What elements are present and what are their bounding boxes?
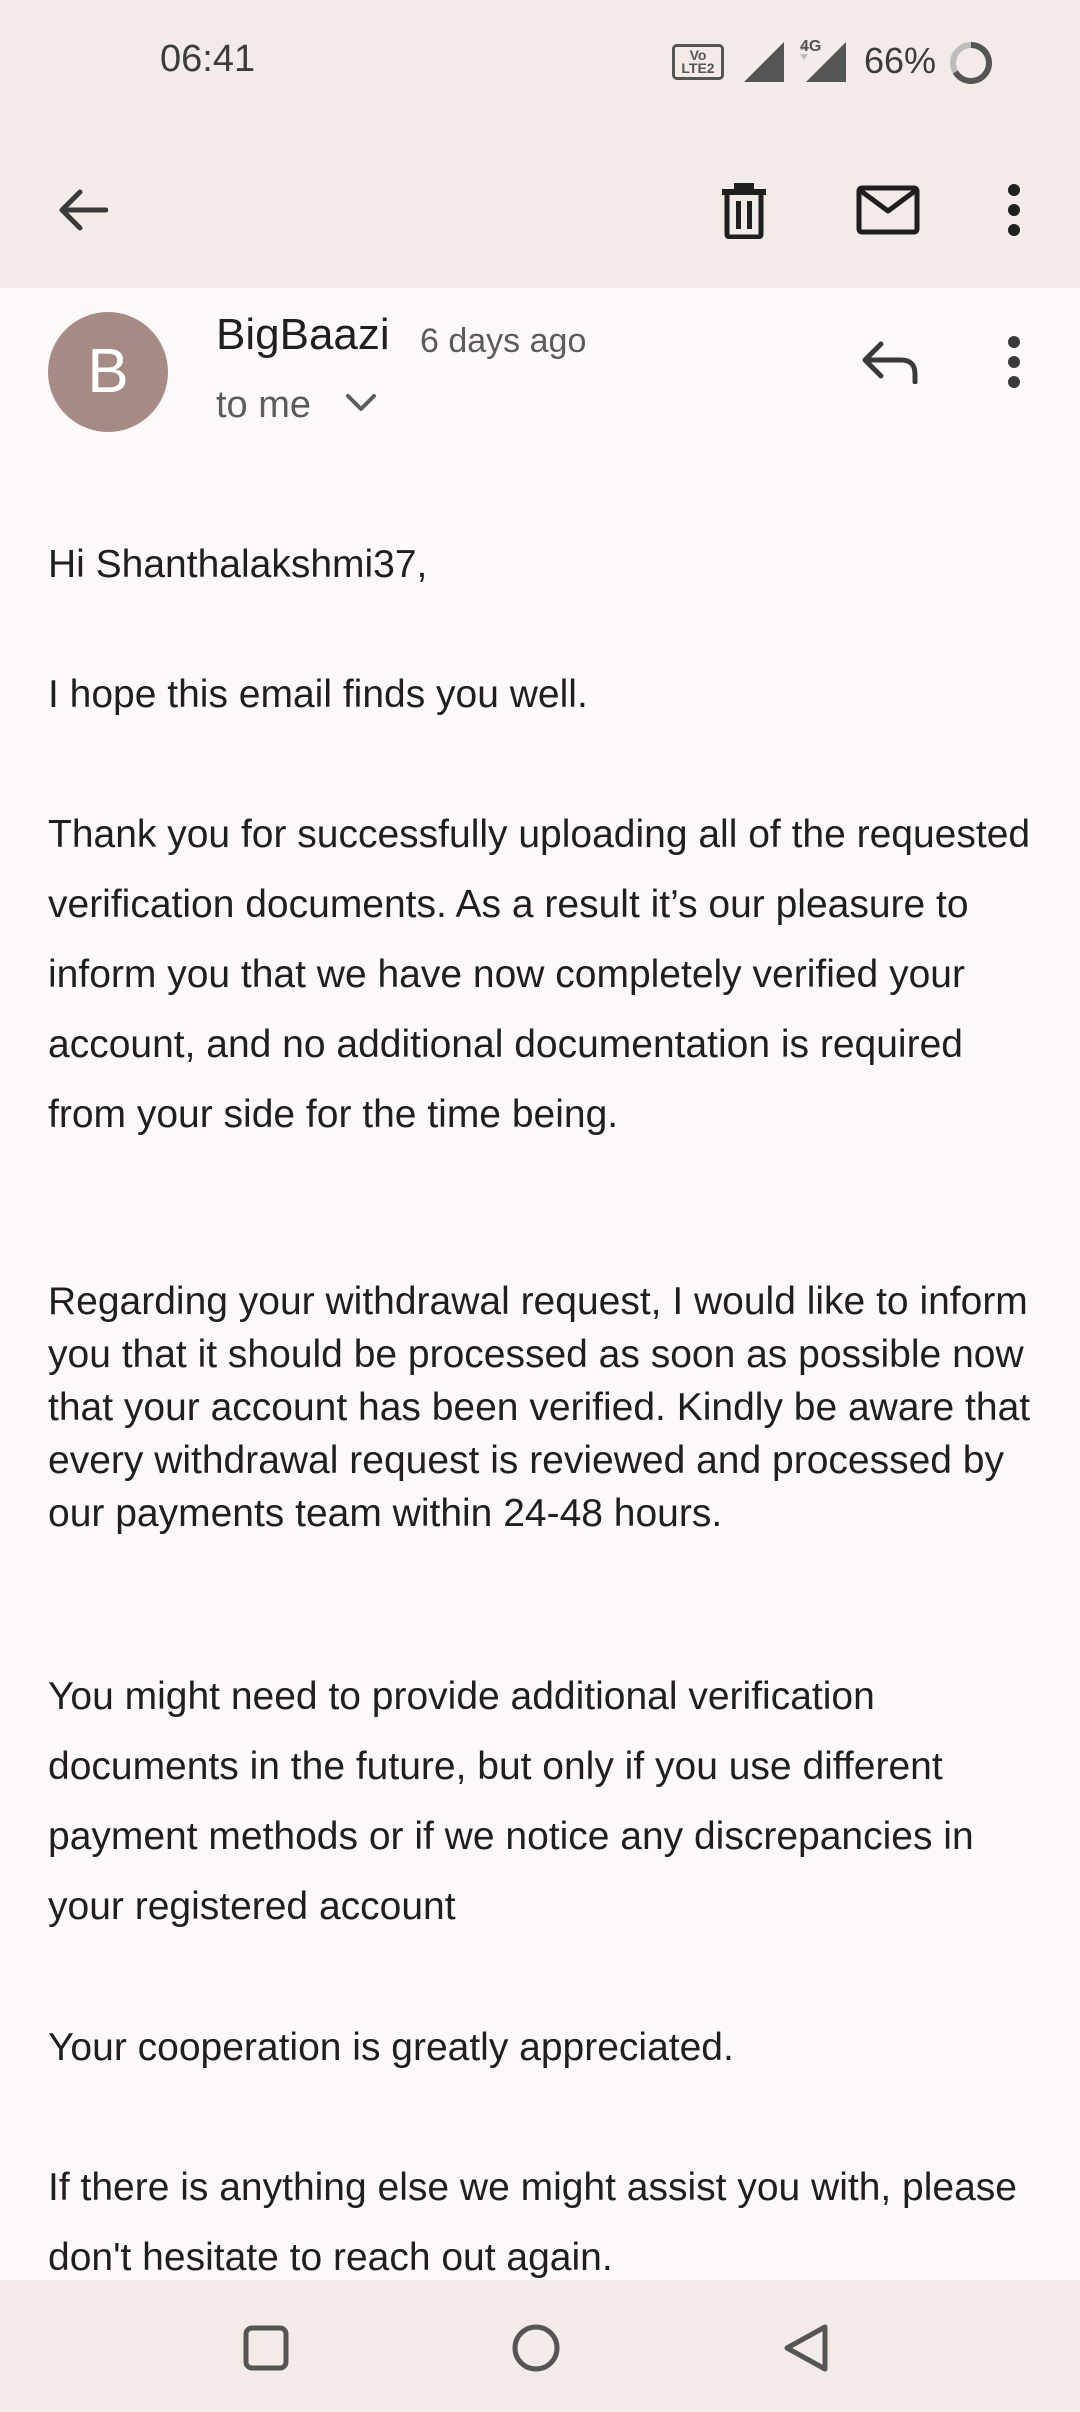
more-options-button[interactable] (964, 160, 1064, 260)
body-paragraph: You might need to provide additional ver… (48, 1675, 974, 1928)
circle-icon (512, 2324, 560, 2372)
home-button[interactable] (496, 2308, 576, 2388)
triangle-back-icon (784, 2324, 828, 2372)
sender-name[interactable]: BigBaazi (216, 310, 390, 360)
recipient-label[interactable]: to me (216, 384, 311, 427)
body-paragraph: Your cooperation is greatly appreciated. (48, 2026, 734, 2069)
message-more-button[interactable] (964, 322, 1064, 402)
chevron-down-icon[interactable] (344, 392, 378, 414)
body-paragraph: If there is anything else we might assis… (48, 2166, 1017, 2279)
delete-button[interactable] (694, 160, 794, 260)
system-nav-bar (0, 2280, 1080, 2412)
mail-icon (856, 185, 920, 235)
square-icon (243, 2325, 289, 2371)
body-paragraph: Thank you for successfully uploading all… (48, 813, 1031, 1136)
battery-icon (950, 42, 992, 84)
reply-icon (862, 341, 918, 384)
sender-avatar[interactable]: B (48, 312, 168, 432)
status-time: 06:41 (160, 38, 256, 80)
back-button[interactable] (32, 160, 132, 260)
battery-percentage: 66% (864, 40, 937, 81)
more-vert-icon (1008, 336, 1020, 388)
mark-unread-button[interactable] (838, 160, 938, 260)
reply-button[interactable] (840, 322, 940, 402)
greeting-paragraph: Hi Shanthalakshmi37, (48, 543, 428, 586)
email-toolbar (0, 130, 1080, 288)
network-type-label: 4G (800, 38, 822, 55)
status-bar: 06:41 Vo LTE2 4G 66% (0, 0, 1080, 130)
volte-icon: Vo LTE2 (672, 44, 724, 80)
body-paragraph: I hope this email finds you well. (48, 673, 588, 716)
trash-icon (722, 183, 766, 239)
body-paragraph: Regarding your withdrawal request, I wou… (48, 1280, 1031, 1535)
recents-button[interactable] (226, 2308, 306, 2388)
message-time: 6 days ago (420, 322, 587, 360)
arrow-left-icon (59, 189, 108, 231)
message-header: B BigBaazi 6 days ago to me (0, 288, 1080, 488)
nav-back-button[interactable] (766, 2308, 846, 2388)
signal-icon (744, 42, 784, 82)
more-vert-icon (1008, 184, 1020, 236)
